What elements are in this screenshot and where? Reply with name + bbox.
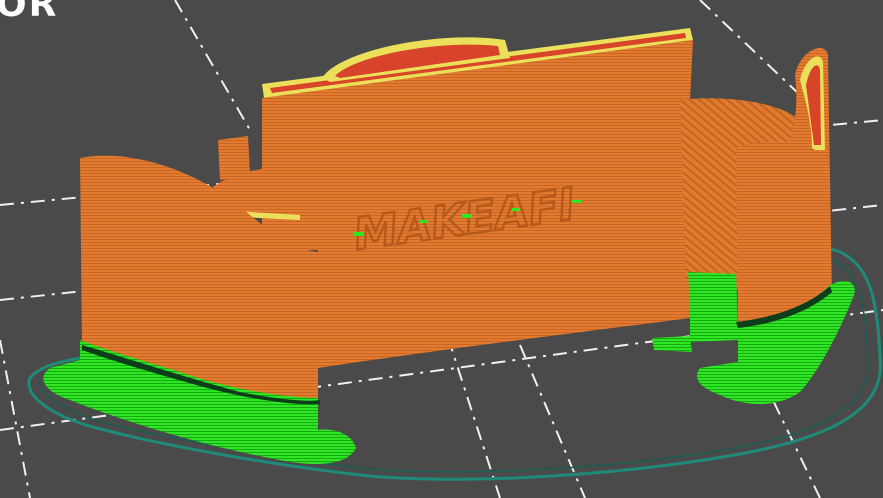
corner-axis-label: OR [0, 0, 59, 25]
right-front-wall [736, 141, 815, 322]
3d-preview-viewport[interactable]: MAKEAFI OR [0, 0, 883, 498]
print-preview-canvas[interactable]: MAKEAFI [0, 0, 883, 498]
